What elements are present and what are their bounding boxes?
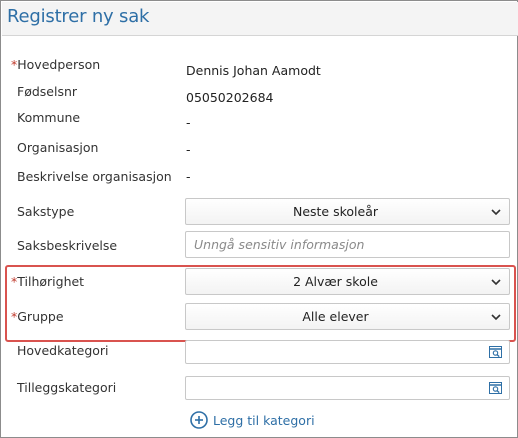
organisasjon-value: - [186,142,191,157]
sakstype-label: Sakstype [17,204,75,219]
hovedperson-value: Dennis Johan Aamodt [186,63,321,78]
fodselsnr-value: 05050202684 [186,90,274,105]
chevron-down-icon [491,279,501,286]
search-list-icon[interactable] [489,382,503,395]
search-list-icon[interactable] [489,346,503,359]
saksbeskrivelse-label: Saksbeskrivelse [17,238,118,253]
tilhorighet-label: *Tilhørighet [11,274,85,289]
sakstype-selected-value: Neste skoleår [292,204,379,219]
sakstype-select[interactable]: Neste skoleår [185,198,510,225]
hovedkategori-lookup[interactable] [185,340,510,364]
chevron-down-icon [491,209,501,216]
tilleggskategori-lookup[interactable] [185,376,510,400]
gruppe-select[interactable]: Alle elever [185,303,510,330]
gruppe-label: *Gruppe [11,309,64,324]
add-category-link[interactable]: Legg til kategori [190,410,315,430]
tilhorighet-selected-value: 2 Alvær skole [293,274,378,289]
register-case-panel: Registrer ny sak *Hovedperson Dennis Joh… [0,0,518,438]
chevron-down-icon [491,314,501,321]
add-category-label: Legg til kategori [213,412,315,428]
gruppe-selected-value: Alle elever [302,309,369,324]
tilleggskategori-label: Tilleggskategori [17,380,117,395]
organisasjon-label: Organisasjon [17,140,99,155]
tilhorighet-select[interactable]: 2 Alvær skole [185,268,510,295]
panel-header: Registrer ny sak [2,2,518,36]
hovedperson-label: *Hovedperson [11,57,101,72]
beskrivelse-organisasjon-value: - [186,169,191,184]
plus-circle-icon [190,411,208,429]
kommune-value: - [186,115,191,130]
fodselsnr-label: Fødselsnr [17,84,78,99]
page-title: Registrer ny sak [7,6,150,27]
beskrivelse-organisasjon-label: Beskrivelse organisasjon [17,169,172,184]
hovedkategori-label: Hovedkategori [17,343,109,358]
saksbeskrivelse-input[interactable]: Unngå sensitiv informasjon [185,231,510,258]
saksbeskrivelse-placeholder: Unngå sensitiv informasjon [194,237,365,252]
kommune-label: Kommune [17,110,81,125]
